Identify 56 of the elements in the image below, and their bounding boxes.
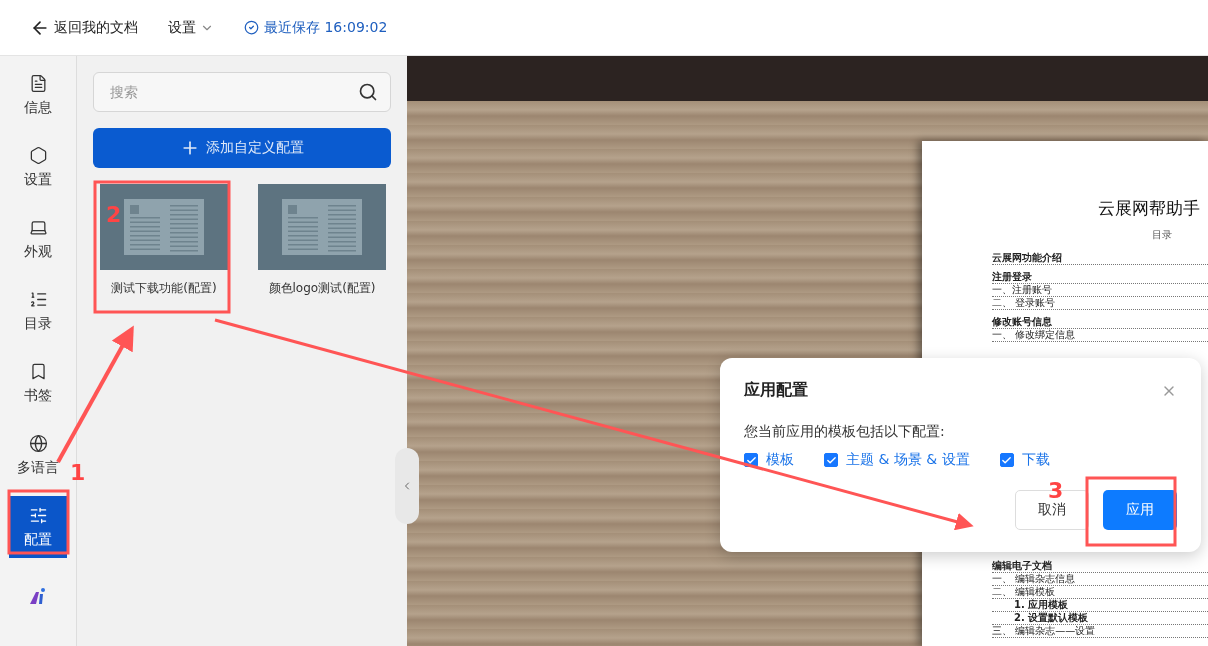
- toc-entry: 一、注册账号: [992, 284, 1208, 297]
- search-field[interactable]: 搜索: [108, 73, 358, 111]
- collapse-handle[interactable]: [395, 448, 419, 524]
- dialog-message: 您当前应用的模板包括以下配置:: [744, 423, 946, 441]
- option-label: 下载: [1021, 451, 1050, 469]
- search-icon: [358, 82, 378, 102]
- back-link[interactable]: 返回我的文档: [30, 17, 138, 38]
- card-title: 颜色logo测试(配置): [268, 280, 376, 297]
- check-icon: [1001, 454, 1013, 466]
- save-status: 最近保存 16:09:02: [264, 18, 388, 37]
- config-card[interactable]: 颜色logo测试(配置): [257, 184, 387, 297]
- toc-heading: 目录: [1152, 228, 1173, 242]
- option-label: 模板: [766, 451, 794, 469]
- toc-entry: 2. 设置默认模板: [992, 612, 1208, 625]
- check-icon: [745, 454, 757, 466]
- checkbox[interactable]: [824, 453, 838, 467]
- hexagon-icon: [28, 145, 48, 165]
- toc-entry: 二、 登录账号: [992, 297, 1208, 310]
- toc-entry: 二、 编辑模板: [992, 586, 1208, 599]
- sidebar-tab[interactable]: 配置: [9, 496, 67, 558]
- sliders-icon: [28, 505, 48, 525]
- apply-button[interactable]: 应用: [1103, 490, 1177, 530]
- step-number: 2: [106, 204, 122, 226]
- check-icon: [825, 454, 837, 466]
- card-title: 测试下载功能(配置): [111, 280, 217, 297]
- open-book-icon: [280, 197, 364, 257]
- document-title: 云展网帮助手: [1098, 197, 1201, 220]
- toc-entry: 修改账号信息: [992, 316, 1208, 329]
- highlight-frame: [7, 489, 70, 555]
- ai-logo-icon[interactable]: [28, 586, 48, 606]
- sidebar-tab[interactable]: 书签: [9, 352, 67, 414]
- toc-entry: 注册登录: [992, 271, 1208, 284]
- option-checkbox[interactable]: 主题 & 场景 & 设置: [824, 451, 970, 469]
- toc-entry: 编辑电子文档: [992, 560, 1208, 573]
- dialog-title: 应用配置: [744, 380, 808, 401]
- sidebar-tab[interactable]: 多语言: [9, 424, 67, 486]
- sidebar-tab[interactable]: 信息: [9, 64, 67, 126]
- option-label: 主题 & 场景 & 设置: [846, 451, 970, 469]
- sidebar-tab[interactable]: 外观: [9, 208, 67, 270]
- toc-entry: 一、 编辑杂志信息: [992, 573, 1208, 586]
- sidebar-tab[interactable]: 目录: [9, 280, 67, 342]
- settings-menu[interactable]: 设置: [168, 18, 214, 37]
- sidebar-tab[interactable]: 设置: [9, 136, 67, 198]
- globe-icon: [28, 433, 48, 453]
- open-book-icon: [122, 197, 206, 257]
- toc-entry: 一、 修改绑定信息: [992, 329, 1208, 342]
- toc-entry: 云展网功能介绍: [992, 252, 1208, 265]
- step-number: 1: [70, 462, 86, 484]
- add-config-button[interactable]: 添加自定义配置: [93, 128, 391, 168]
- check-circle-icon: [244, 20, 259, 35]
- option-checkbox[interactable]: 下载: [999, 451, 1050, 469]
- toc-entry: 三、 编辑杂志——设置: [992, 625, 1208, 638]
- option-checkbox[interactable]: 模板: [744, 451, 794, 469]
- search-box[interactable]: 搜索: [93, 72, 391, 112]
- toc-entry: 1. 应用模板: [992, 599, 1208, 612]
- checkbox[interactable]: [999, 453, 1014, 467]
